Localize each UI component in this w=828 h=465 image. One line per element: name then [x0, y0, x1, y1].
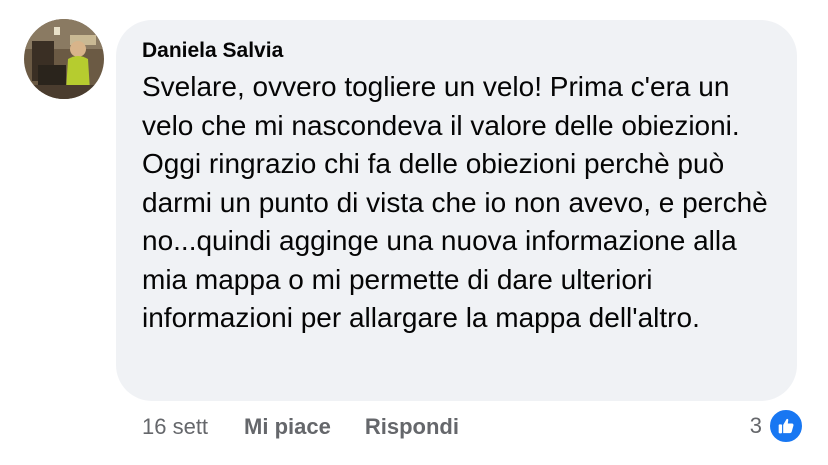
avatar[interactable]: [24, 19, 104, 99]
reactions-summary[interactable]: 3: [750, 408, 804, 444]
comment-bubble: Daniela Salvia Svelare, ovvero togliere …: [116, 20, 797, 401]
comment-author[interactable]: Daniela Salvia: [142, 37, 773, 64]
comment-timestamp[interactable]: 16 sett: [142, 414, 208, 440]
reply-button[interactable]: Rispondi: [365, 414, 459, 440]
comment-actions: 16 sett Mi piace Rispondi: [142, 409, 493, 445]
thumbs-up-icon: [768, 408, 804, 444]
reaction-count: 3: [749, 413, 762, 438]
like-button[interactable]: Mi piace: [244, 414, 331, 440]
comment-text: Svelare, ovvero togliere un velo! Prima …: [142, 71, 768, 333]
comment: Daniela Salvia Svelare, ovvero togliere …: [0, 0, 828, 465]
